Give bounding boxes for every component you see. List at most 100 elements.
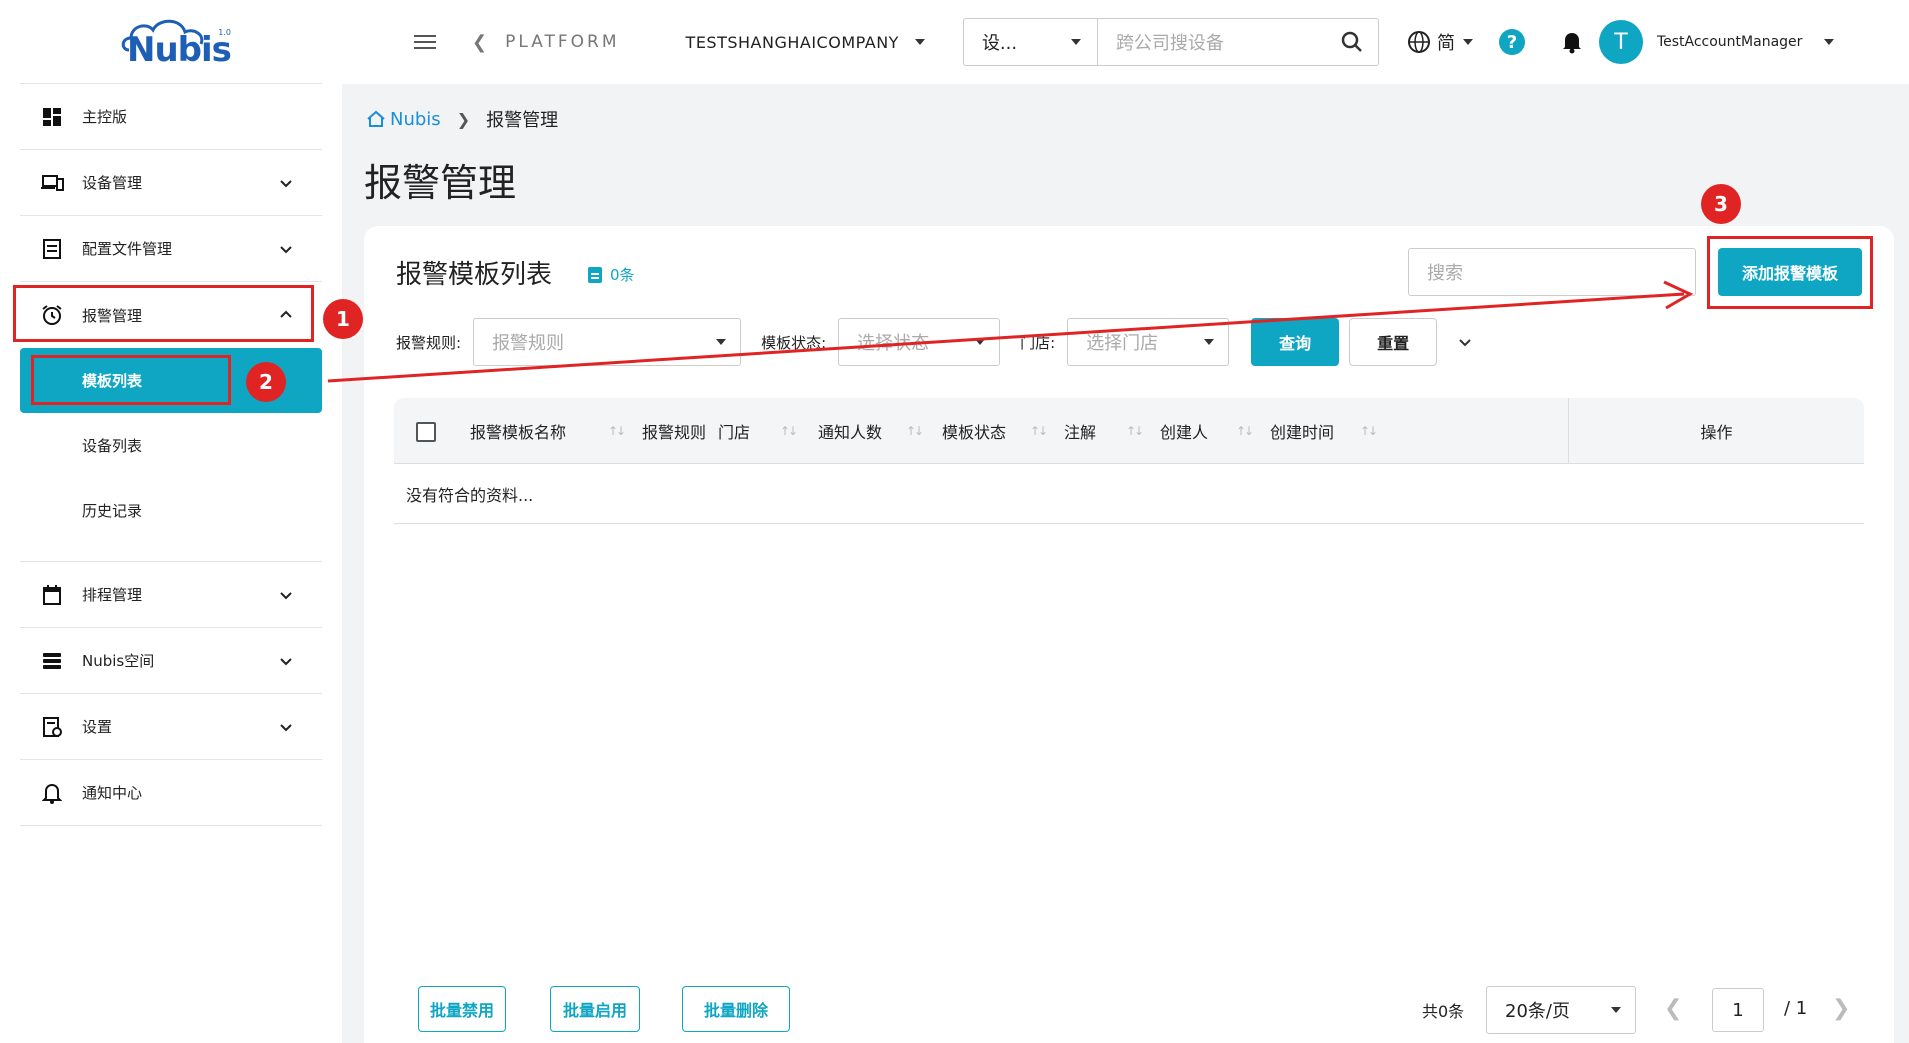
caret-down-icon [975, 339, 986, 345]
store-filter-select[interactable]: 选择门店 [1067, 318, 1230, 366]
company-name: TESTSHANGHAICOMPANY [685, 32, 899, 52]
sidebar-subitem-history[interactable]: 历史记录 [20, 478, 322, 543]
sort-icon[interactable]: ↑↓ [1360, 424, 1378, 438]
company-select[interactable]: TESTSHANGHAICOMPANY [686, 33, 925, 52]
page-total: / 1 [1784, 998, 1808, 1019]
platform-back-link[interactable]: ❮ PLATFORM [472, 32, 620, 53]
chevron-down-icon [280, 657, 292, 665]
breadcrumb-home[interactable]: Nubis [366, 109, 441, 130]
logo-text: Nubis [127, 29, 232, 70]
search-type-value: 设... [981, 33, 1018, 54]
sidebar-item-schedule[interactable]: 排程管理 [20, 562, 322, 628]
sort-icon[interactable]: ↑↓ [1030, 424, 1048, 438]
sidebar-item-label: 主控版 [82, 108, 128, 126]
bulk-delete-button[interactable]: 批量删除 [682, 986, 790, 1032]
bulk-disable-button[interactable]: 批量禁用 [418, 986, 506, 1032]
table-header: 报警模板名称 ↑↓ 报警规则 门店 ↑↓ 通知人数 ↑↓ 模板状态 ↑↓ 注解 … [394, 398, 1864, 464]
search-type-select[interactable]: 设... [964, 19, 1098, 65]
caret-down-icon [914, 39, 925, 45]
username[interactable]: TestAccountManager [1657, 34, 1802, 50]
help-icon[interactable]: ? [1498, 29, 1525, 55]
column-header-store[interactable]: 门店 [718, 398, 750, 464]
caret-down-icon[interactable] [1824, 39, 1835, 45]
column-header-creator[interactable]: 创建人 [1160, 398, 1208, 464]
bell-icon [40, 781, 64, 805]
reset-button[interactable]: 重置 [1349, 318, 1438, 366]
caret-down-icon [1070, 39, 1081, 45]
caret-down-icon [1204, 339, 1215, 345]
search-input[interactable]: 跨公司搜设备 [1098, 29, 1340, 55]
menu-icon[interactable] [414, 34, 436, 50]
pagination-total: 共0条 [1422, 1002, 1465, 1021]
document-icon [588, 266, 602, 283]
sidebar-item-notifications[interactable]: 通知中心 [20, 760, 322, 826]
rule-filter-select[interactable]: 报警规则 [473, 318, 742, 366]
breadcrumb-current: 报警管理 [486, 110, 559, 131]
column-header-notify-count[interactable]: 通知人数 [818, 398, 882, 464]
status-filter-select[interactable]: 选择状态 [838, 318, 1001, 366]
rule-filter-label: 报警规则: [396, 333, 462, 352]
search-icon[interactable] [1340, 30, 1364, 54]
next-page-icon[interactable]: ❯ [1832, 996, 1850, 1021]
storage-icon [40, 649, 64, 673]
home-icon [367, 110, 385, 127]
card-title: 报警模板列表 [396, 260, 553, 290]
sidebar-item-label: 设置 [82, 718, 113, 736]
filter-bar: 报警规则: 报警规则 模板状态: 选择状态 门店: 选择门店 查询 重置 [396, 318, 1473, 366]
breadcrumb: Nubis ❯ 报警管理 [366, 106, 558, 132]
status-filter-placeholder: 选择状态 [857, 333, 930, 354]
annotation-badge-1: 1 [323, 299, 363, 339]
bulk-enable-button[interactable]: 批量启用 [550, 986, 640, 1032]
sidebar-item-devices[interactable]: 设备管理 [20, 150, 322, 216]
sidebar-item-dashboard[interactable]: 主控版 [20, 84, 322, 150]
store-filter-label: 门店: [1020, 333, 1056, 352]
sort-icon[interactable]: ↑↓ [780, 424, 798, 438]
notification-bell-icon[interactable] [1561, 30, 1583, 54]
logo-version: 1.0 [218, 27, 231, 37]
sidebar-item-label: 配置文件管理 [82, 240, 173, 258]
column-header-operations: 操作 [1568, 398, 1864, 464]
caret-down-icon [1462, 39, 1473, 45]
column-header-template-name[interactable]: 报警模板名称 [470, 398, 566, 464]
chevron-down-icon [280, 723, 292, 731]
devices-icon [40, 171, 64, 195]
column-header-status[interactable]: 模板状态 [942, 398, 1006, 464]
language-select[interactable]: 简 [1407, 29, 1473, 55]
sidebar-item-settings[interactable]: 设置 [20, 694, 322, 760]
status-filter-label: 模板状态: [761, 333, 827, 352]
sidebar-item-label: Nubis空间 [82, 652, 155, 670]
annotation-highlight-3 [1707, 236, 1873, 309]
sort-icon[interactable]: ↑↓ [906, 424, 924, 438]
chevron-right-icon: ❯ [456, 109, 471, 129]
select-all-checkbox[interactable] [416, 422, 436, 442]
template-list-card: 报警模板列表 0条 搜索 添加报警模板 报警规则: 报警规则 模板状态: 选择状… [364, 226, 1894, 1043]
sort-icon[interactable]: ↑↓ [1126, 424, 1144, 438]
sidebar-subitem-device-list[interactable]: 设备列表 [20, 413, 322, 478]
expand-filters-chevron-icon[interactable] [1457, 334, 1473, 350]
sidebar-item-label: 设备管理 [82, 174, 143, 192]
chevron-down-icon [280, 245, 292, 253]
sidebar: Nubis 1.0 主控版 设备管理 配置文件管理 报警管理 模板列表 设备列表… [0, 0, 342, 1043]
sort-icon[interactable]: ↑↓ [1236, 424, 1254, 438]
sidebar-item-nubis-space[interactable]: Nubis空间 [20, 628, 322, 694]
page-size-select[interactable]: 20条/页 [1486, 986, 1636, 1034]
annotation-highlight-2 [31, 355, 231, 405]
avatar[interactable]: T [1598, 20, 1643, 64]
annotation-badge-3: 3 [1701, 184, 1741, 224]
template-search-input[interactable]: 搜索 [1408, 248, 1696, 296]
query-button[interactable]: 查询 [1251, 318, 1340, 366]
store-filter-placeholder: 选择门店 [1086, 333, 1159, 354]
column-header-created-time[interactable]: 创建时间 [1270, 398, 1334, 464]
sort-icon[interactable]: ↑↓ [608, 424, 626, 438]
sidebar-item-label: 通知中心 [82, 784, 143, 802]
column-header-rule[interactable]: 报警规则 [642, 398, 706, 464]
record-count-value: 0条 [610, 266, 635, 284]
page-number-input[interactable]: 1 [1712, 988, 1764, 1032]
platform-label: PLATFORM [505, 32, 620, 52]
annotation-badge-2: 2 [246, 362, 286, 402]
sidebar-item-config-files[interactable]: 配置文件管理 [20, 216, 322, 282]
column-header-note[interactable]: 注解 [1064, 398, 1096, 464]
logo[interactable]: Nubis 1.0 [20, 0, 322, 84]
language-value: 简 [1436, 33, 1455, 54]
prev-page-icon[interactable]: ❮ [1664, 996, 1682, 1021]
